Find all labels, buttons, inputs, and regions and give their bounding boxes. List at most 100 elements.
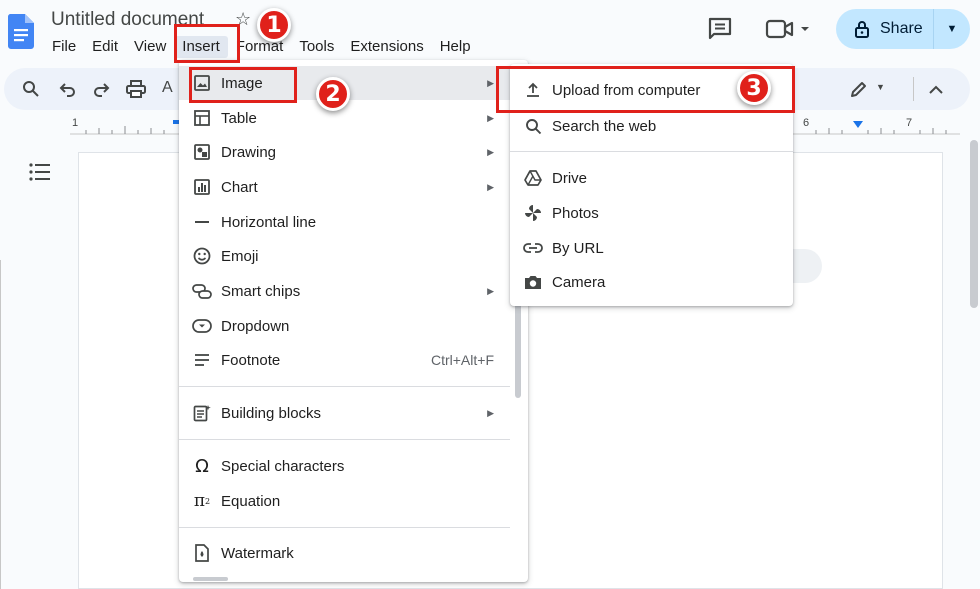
menu-item-label: Footnote [221,351,281,369]
chart-icon [192,177,212,197]
omega-icon: Ω [195,455,209,477]
menu-item-label: Equation [221,492,281,510]
insert-horizontal-line-item[interactable]: Horizontal line [179,205,528,239]
callout-badge: 3 [737,71,771,105]
share-label: Share [880,20,923,37]
camera-icon [523,272,543,292]
dropdown-icon [192,316,212,336]
menu-separator [179,439,510,440]
insert-building-blocks-item[interactable]: Building blocks ▶ [179,396,528,430]
photos-icon [523,203,543,223]
table-icon [192,108,212,128]
ruler-number: 7 [906,117,913,129]
footnote-icon [192,350,212,370]
insert-equation-item[interactable]: π2 Equation [179,484,528,518]
photos-item[interactable]: Photos [510,196,793,230]
search-icon [523,116,543,136]
callout-box-image [189,67,297,103]
document-outline-icon[interactable] [28,162,52,182]
menu-edit[interactable]: Edit [84,36,126,58]
menu-scrollbar[interactable] [515,300,521,398]
meet-icon[interactable] [765,18,811,40]
search-the-web-item[interactable]: Search the web [510,109,793,143]
insert-chart-item[interactable]: Chart ▶ [179,170,528,204]
menu-item-label: Photos [552,204,599,222]
insert-footnote-item[interactable]: Footnote Ctrl+Alt+F [179,343,528,377]
submenu-arrow-icon: ▶ [487,146,494,157]
menu-tools[interactable]: Tools [291,36,342,58]
share-button[interactable]: Share ▼ [836,9,970,49]
editing-mode-caret-icon[interactable]: ▼ [876,82,885,92]
menu-file[interactable]: File [44,36,84,58]
emoji-icon [192,246,212,266]
menu-item-label: Smart chips [221,282,301,300]
menu-item-label: Building blocks [221,404,322,422]
insert-emoji-item[interactable]: Emoji [179,239,528,273]
insert-watermark-item[interactable]: Watermark [179,536,528,570]
submenu-arrow-icon: ▶ [487,407,494,418]
menu-item-label: Table [221,109,257,127]
menu-item-label: Special characters [221,457,345,475]
lock-icon [855,21,869,38]
menu-item-label: Horizontal line [221,213,317,231]
hide-menus-icon[interactable] [928,83,944,95]
insert-drawing-item[interactable]: Drawing ▶ [179,135,528,169]
drive-icon [523,168,543,188]
submenu-arrow-icon: ▶ [487,77,494,88]
menubar: File Edit View Insert Format Tools Exten… [44,36,479,58]
insert-smart-chips-item[interactable]: Smart chips ▶ [179,274,528,308]
menu-item-label: Drawing [221,143,277,161]
drive-item[interactable]: Drive [510,161,793,195]
by-url-item[interactable]: By URL [510,231,793,265]
menu-item-label: Drive [552,169,588,187]
submenu-arrow-icon: ▶ [487,285,494,296]
menu-extensions[interactable]: Extensions [342,36,431,58]
redo-icon[interactable] [92,81,110,97]
search-menus-icon[interactable] [22,80,40,98]
menu-separator [179,386,510,387]
pi-icon: π2 [193,491,211,511]
menu-item-label: Emoji [221,247,259,265]
scrollbar-thumb[interactable] [970,140,978,308]
camera-item[interactable]: Camera [510,265,793,299]
building-blocks-icon [192,403,212,423]
callout-badge: 1 [257,8,291,42]
menu-view[interactable]: View [126,36,174,58]
shortcut-label: Ctrl+Alt+F [430,352,494,368]
watermark-icon [192,543,212,563]
drawing-icon [192,142,212,162]
ruler-number: 1 [72,117,79,129]
menu-item-label: Camera [552,273,606,291]
submenu-arrow-icon: ▶ [487,181,494,192]
menu-help[interactable]: Help [432,36,479,58]
menu-item-label: Chart [221,178,258,196]
menu-item-label: Watermark [221,544,294,562]
next-item-peek [193,577,228,581]
menu-separator [179,527,510,528]
callout-badge: 2 [316,77,350,111]
ruler-number: 6 [803,117,810,129]
print-icon[interactable] [126,80,146,98]
undo-icon[interactable] [59,81,77,97]
share-dropdown-icon[interactable]: ▼ [934,23,970,35]
docs-logo-icon[interactable] [8,14,34,49]
link-icon [523,238,543,258]
spellcheck-icon[interactable]: A [162,79,173,97]
smart-chips-icon [192,281,212,301]
insert-menu: Image ▶ Table ▶ Drawing ▶ Chart ▶ Horizo… [179,60,528,582]
left-edge-line [0,260,1,589]
insert-table-item[interactable]: Table ▶ [179,101,528,135]
comment-icon[interactable] [707,17,733,41]
toolbar-divider [913,77,914,101]
submenu-arrow-icon: ▶ [487,112,494,123]
horizontal-line-icon [192,212,212,232]
insert-special-characters-item[interactable]: Ω Special characters [179,449,528,483]
menu-item-label: By URL [552,239,604,257]
menu-item-label: Search the web [552,117,657,135]
insert-dropdown-item[interactable]: Dropdown [179,309,528,343]
editing-mode-icon[interactable] [850,80,870,98]
share-main[interactable]: Share [836,9,934,49]
callout-box-insert [174,24,240,63]
menu-separator [510,151,793,152]
menu-item-label: Dropdown [221,317,290,335]
